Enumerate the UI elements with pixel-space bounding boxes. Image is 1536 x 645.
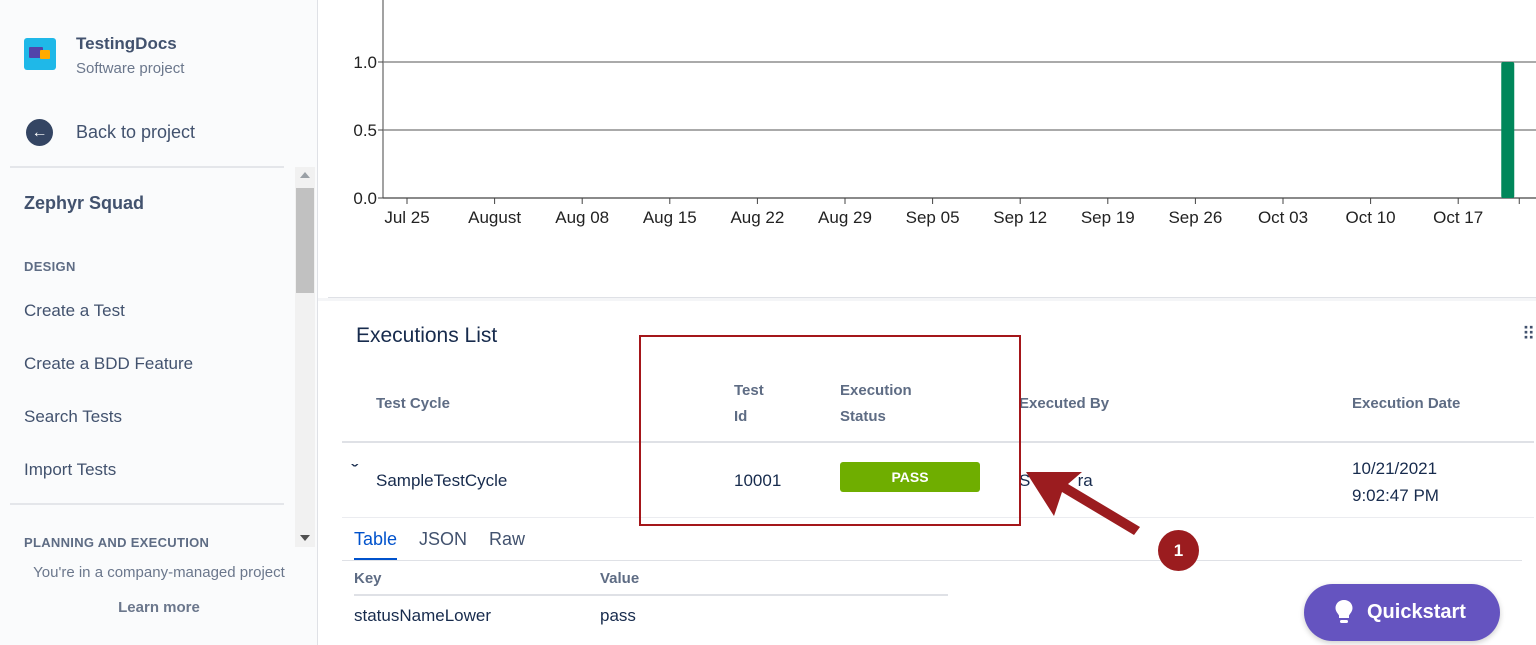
- arrow-left-icon: ←: [26, 119, 53, 146]
- back-to-project-link[interactable]: ← Back to project: [26, 119, 195, 146]
- x-tick-label: Oct 17: [1433, 208, 1483, 227]
- drag-handle-icon[interactable]: ⠿: [1522, 324, 1535, 345]
- chevron-down-icon[interactable]: ˇ: [351, 462, 358, 479]
- tab-raw[interactable]: Raw: [489, 529, 525, 560]
- tabs-divider: [342, 560, 1522, 561]
- y-tick-label: 0.5: [353, 121, 377, 140]
- detail-key: statusNameLower: [354, 606, 492, 625]
- quickstart-label: Quickstart: [1367, 601, 1466, 623]
- x-tick-label: Sep 05: [906, 208, 960, 227]
- scrollbar-thumb[interactable]: [296, 188, 314, 293]
- project-type: Software project: [76, 60, 185, 77]
- nav-create-bdd-feature[interactable]: Create a BDD Feature: [24, 354, 193, 374]
- scroll-down-icon[interactable]: [300, 535, 310, 541]
- execution-chart: 1.0 0.5 0.0 Jul 25 August Aug 08 Aug 15 Aug 22 A…: [328, 0, 1536, 298]
- row-date: 10/21/2021: [1352, 459, 1438, 478]
- detail-key-header: Key: [354, 570, 382, 587]
- nav-create-test[interactable]: Create a Test: [24, 301, 125, 321]
- x-tick-label: Oct 03: [1258, 208, 1308, 227]
- panel-separator: [318, 298, 1536, 301]
- executions-list-title: Executions List: [356, 324, 498, 347]
- row-time: 9:02:47 PM: [1352, 486, 1439, 505]
- detail-tabs: Table JSON Raw: [354, 529, 525, 560]
- app-root: TestingDocs Software project ← Back to p…: [0, 0, 1536, 645]
- col-test-cycle[interactable]: Test Cycle: [376, 391, 450, 417]
- x-tick-label: Aug 15: [643, 208, 697, 227]
- detail-header-divider: [354, 594, 948, 596]
- sidebar-divider: [10, 166, 284, 168]
- data-bar: [1501, 62, 1515, 198]
- project-avatar-icon: [24, 38, 56, 70]
- managed-project-text: You're in a company-managed project: [33, 564, 285, 581]
- planning-heading: PLANNING AND EXECUTION: [24, 535, 210, 550]
- detail-value: pass: [600, 606, 636, 625]
- sidebar-divider: [10, 503, 284, 505]
- step-badge: 1: [1158, 530, 1199, 571]
- row-execution-date: 10/21/2021 9:02:47 PM: [1352, 455, 1439, 509]
- x-tick-label: Aug 22: [730, 208, 784, 227]
- project-name[interactable]: TestingDocs: [76, 34, 177, 54]
- tab-table[interactable]: Table: [354, 529, 398, 560]
- x-tick-label: Sep 12: [993, 208, 1047, 227]
- x-tick-label: Aug 08: [555, 208, 609, 227]
- back-to-project-label: Back to project: [76, 122, 196, 142]
- quickstart-button[interactable]: Quickstart: [1304, 584, 1500, 641]
- x-tick-label: Sep 19: [1081, 208, 1135, 227]
- chart-svg: 1.0 0.5 0.0 Jul 25 August Aug 08 Aug 15 Aug 22 A…: [353, 0, 1536, 227]
- design-heading: DESIGN: [24, 259, 76, 274]
- sidebar: TestingDocs Software project ← Back to p…: [0, 0, 318, 645]
- tab-json[interactable]: JSON: [419, 529, 467, 560]
- scroll-up-icon[interactable]: [300, 172, 310, 178]
- x-tick-label: Jul 25: [384, 208, 429, 227]
- nav-import-tests[interactable]: Import Tests: [24, 460, 116, 480]
- detail-value-header: Value: [600, 570, 640, 587]
- x-tick-label: Aug 29: [818, 208, 872, 227]
- app-title: Zephyr Squad: [24, 193, 145, 213]
- nav-search-tests[interactable]: Search Tests: [24, 407, 122, 427]
- learn-more-link[interactable]: Learn more: [0, 599, 318, 616]
- x-tick-label: August: [468, 208, 521, 227]
- col-execution-date[interactable]: Execution Date: [1352, 391, 1460, 417]
- x-tick-label: Sep 26: [1168, 208, 1222, 227]
- lightbulb-icon: [1335, 600, 1353, 623]
- col-executed-by[interactable]: Executed By: [1019, 391, 1109, 417]
- y-tick-label: 1.0: [353, 53, 377, 72]
- highlight-box: [639, 335, 1021, 526]
- row-test-cycle: SampleTestCycle: [376, 471, 508, 490]
- y-tick-label: 0.0: [353, 189, 377, 208]
- row-executed-by: S ra: [1019, 471, 1093, 490]
- x-tick-label: Oct 10: [1346, 208, 1396, 227]
